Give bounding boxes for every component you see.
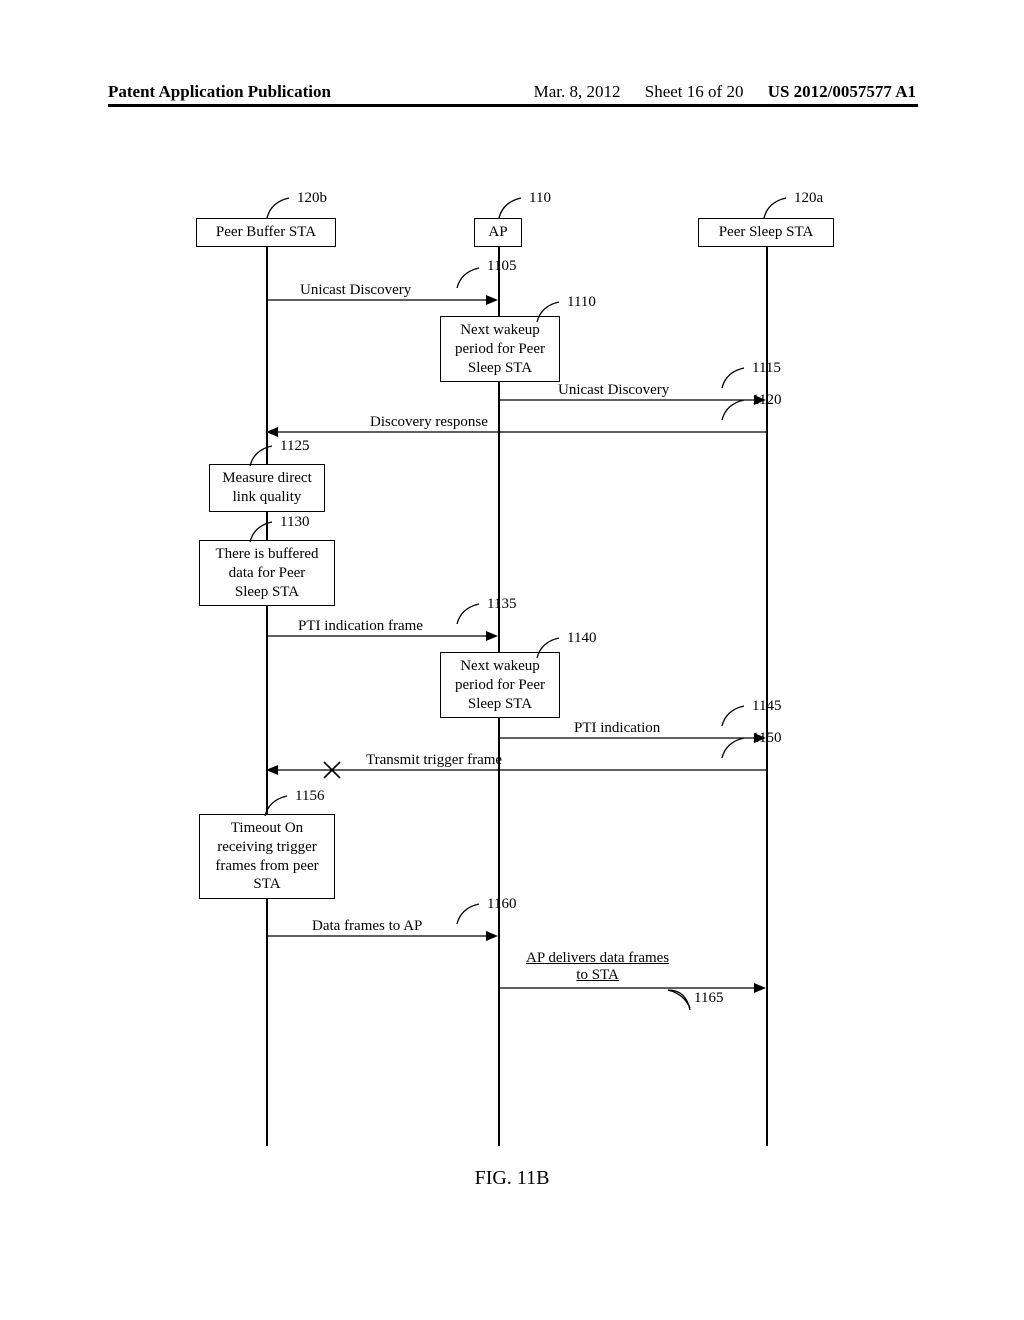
ref-curve-1130 [248,520,278,544]
box-1156: Timeout On receiving trigger frames from… [199,814,335,899]
ref-curve-1150 [720,736,750,760]
msg-1120: Discovery response [370,414,488,431]
ref-curve-1105 [455,266,485,290]
ref-1135: 1135 [487,596,516,613]
msg-1165: AP delivers data frames to STA [526,950,669,984]
page-header: Patent Application Publication Mar. 8, 2… [0,82,1024,102]
ref-1110: 1110 [567,294,596,311]
ref-curve-120a [762,196,792,220]
actor-peer-sleep: Peer Sleep STA [698,218,834,247]
ref-110: 110 [529,190,551,207]
ref-curve-1140 [535,636,565,660]
ref-curve-110 [497,196,527,220]
header-date: Mar. 8, 2012 [534,82,621,101]
ref-1156: 1156 [295,788,324,805]
msg-1130: There is buffered data for Peer Sleep ST… [215,546,318,600]
header-sheet: Sheet 16 of 20 [645,82,744,101]
header-rule [108,104,918,107]
lifeline-peer-buffer [266,246,268,1146]
msg-1140: Next wakeup period for Peer Sleep STA [455,658,545,712]
ref-curve-1125 [248,444,278,468]
header-left: Patent Application Publication [108,82,331,102]
ref-120a: 120a [794,190,823,207]
sequence-diagram: Peer Buffer STA AP Peer Sleep STA 120b 1… [0,200,1024,1160]
ref-120b: 120b [297,190,327,207]
ref-curve-1145 [720,704,750,728]
actor-peer-buffer: Peer Buffer STA [196,218,336,247]
msg-1110: Next wakeup period for Peer Sleep STA [455,322,545,376]
arrow-1150 [266,760,768,780]
msg-1125: Measure direct link quality [222,470,312,505]
header-right-group: Mar. 8, 2012 Sheet 16 of 20 US 2012/0057… [534,82,916,102]
actor-ap: AP [474,218,522,247]
box-1125: Measure direct link quality [209,464,325,512]
msg-1160: Data frames to AP [312,918,422,935]
ref-1115: 1115 [752,360,781,377]
ref-curve-1160 [455,902,485,926]
ref-1105: 1105 [487,258,516,275]
ref-1120: 1120 [752,392,781,409]
msg-1105: Unicast Discovery [300,282,411,299]
msg-1135: PTI indication frame [298,618,423,635]
box-1140: Next wakeup period for Peer Sleep STA [440,652,560,718]
ref-curve-1115 [720,366,750,390]
msg-1156: Timeout On receiving trigger frames from… [215,820,318,892]
ref-1130: 1130 [280,514,309,531]
msg-1145: PTI indication [574,720,660,737]
actor-peer-buffer-label: Peer Buffer STA [216,224,316,240]
ref-1165: 1165 [694,990,723,1007]
ref-1125: 1125 [280,438,309,455]
figure-caption: FIG. 11B [0,1167,1024,1190]
ref-curve-1165 [666,988,696,1012]
ref-1140: 1140 [567,630,596,647]
ref-curve-120b [265,196,295,220]
ref-1150: 1150 [752,730,781,747]
msg-1115: Unicast Discovery [558,382,669,399]
ref-curve-1110 [535,300,565,324]
lifeline-peer-sleep [766,246,768,1146]
ref-1145: 1145 [752,698,781,715]
ref-curve-1120 [720,398,750,422]
arrow-1120 [266,422,768,442]
header-pubnum: US 2012/0057577 A1 [768,82,916,101]
actor-peer-sleep-label: Peer Sleep STA [719,224,814,240]
box-1110: Next wakeup period for Peer Sleep STA [440,316,560,382]
box-1130: There is buffered data for Peer Sleep ST… [199,540,335,606]
ref-curve-1135 [455,602,485,626]
ref-curve-1156 [263,794,293,818]
ref-1160: 1160 [487,896,516,913]
actor-ap-label: AP [488,224,507,240]
msg-1150: Transmit trigger frame [366,752,502,769]
